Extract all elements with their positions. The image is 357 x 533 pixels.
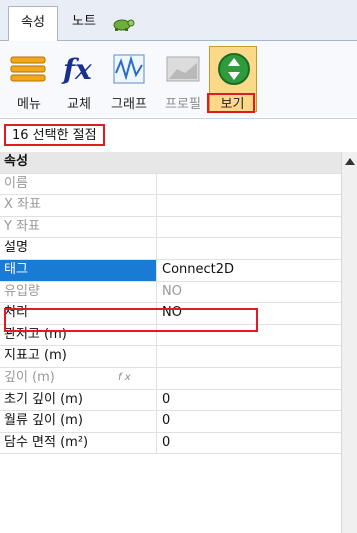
fx-note: f x <box>118 371 131 383</box>
row-value[interactable] <box>162 174 341 195</box>
table-row[interactable]: 월류 깊이 (m) 0 <box>0 411 341 433</box>
table-row[interactable]: 이름 <box>0 173 341 196</box>
row-name: 이름 <box>0 173 157 195</box>
row-value[interactable] <box>162 195 341 216</box>
tag-row-highlight <box>4 308 258 332</box>
row-value[interactable]: Connect2D <box>162 260 341 281</box>
graph-label: 그래프 <box>111 97 147 112</box>
row-name: 유입량 <box>0 281 157 303</box>
row-name: X 좌표 <box>0 195 157 216</box>
row-value[interactable]: NO <box>162 282 341 303</box>
row-name: 초기 깊이 (m) <box>0 389 157 411</box>
profile-icon <box>166 56 200 82</box>
table-row[interactable]: 깊이 (m) f x <box>0 367 341 390</box>
row-name: 설명 <box>0 238 157 259</box>
scroll-up-arrow-icon[interactable] <box>345 158 355 165</box>
selection-bar: 16 선택한 절점 <box>0 118 357 149</box>
row-name: 깊이 (m) f x <box>0 367 157 389</box>
table-row[interactable]: 담수 면적 (m²) 0 <box>0 432 341 455</box>
toolbar: 메뉴 fx 교체 그래프 프로필 보기 <box>0 41 357 117</box>
row-value[interactable]: 0 <box>162 433 341 454</box>
graph-icon <box>113 54 145 84</box>
row-value[interactable] <box>162 346 341 367</box>
selection-count: 16 선택한 절점 <box>4 124 105 146</box>
table-row[interactable]: 유입량 NO <box>0 281 341 304</box>
row-name: Y 좌표 <box>0 216 157 238</box>
row-name: 태그 <box>0 259 157 281</box>
section-title: 속성 <box>4 154 28 169</box>
table-row[interactable]: 설명 <box>0 238 341 260</box>
scrollbar[interactable] <box>341 152 357 533</box>
tab-bar: 속성 노트 <box>0 0 357 42</box>
view-icon <box>218 53 250 85</box>
menu-icon <box>10 56 46 82</box>
profile-label: 프로필 <box>165 97 201 112</box>
view-button[interactable]: 보기 <box>206 46 257 113</box>
row-name: 월류 깊이 (m) <box>0 411 157 432</box>
row-name: 담수 면적 (m²) <box>0 432 157 454</box>
row-value[interactable] <box>162 238 341 259</box>
menu-button[interactable]: 메뉴 <box>4 49 54 112</box>
replace-label: 교체 <box>67 97 91 112</box>
row-value[interactable]: 0 <box>162 411 341 432</box>
row-value[interactable] <box>162 217 341 238</box>
row-value[interactable] <box>162 368 341 389</box>
menu-label: 메뉴 <box>17 97 41 112</box>
profile-button[interactable]: 프로필 <box>158 49 208 112</box>
table-row[interactable]: 초기 깊이 (m) 0 <box>0 389 341 412</box>
row-value[interactable]: 0 <box>162 390 341 411</box>
property-grid: 속성 이름 X 좌표 Y 좌표 설명 태그 Connect2D 유입량 NO 처리 N… <box>0 152 341 455</box>
table-row[interactable]: Y 좌표 <box>0 216 341 239</box>
section-header: 속성 <box>0 152 341 174</box>
view-highlight <box>207 93 255 113</box>
row-name: 지표고 (m) <box>0 346 157 367</box>
tab-properties[interactable]: 속성 <box>8 6 58 42</box>
fx-icon: fx <box>61 53 92 86</box>
table-row[interactable]: X 좌표 <box>0 195 341 217</box>
replace-button[interactable]: fx 교체 <box>54 49 104 112</box>
turtle-icon <box>113 19 135 31</box>
tab-turtle[interactable] <box>106 6 140 40</box>
graph-button[interactable]: 그래프 <box>104 49 154 112</box>
table-row[interactable]: 지표고 (m) <box>0 346 341 368</box>
tab-notes[interactable]: 노트 <box>64 6 104 40</box>
svg-text:fx: fx <box>61 53 92 86</box>
table-row-selected[interactable]: 태그 Connect2D <box>0 259 341 282</box>
row-name-text: 깊이 (m) <box>4 369 55 385</box>
